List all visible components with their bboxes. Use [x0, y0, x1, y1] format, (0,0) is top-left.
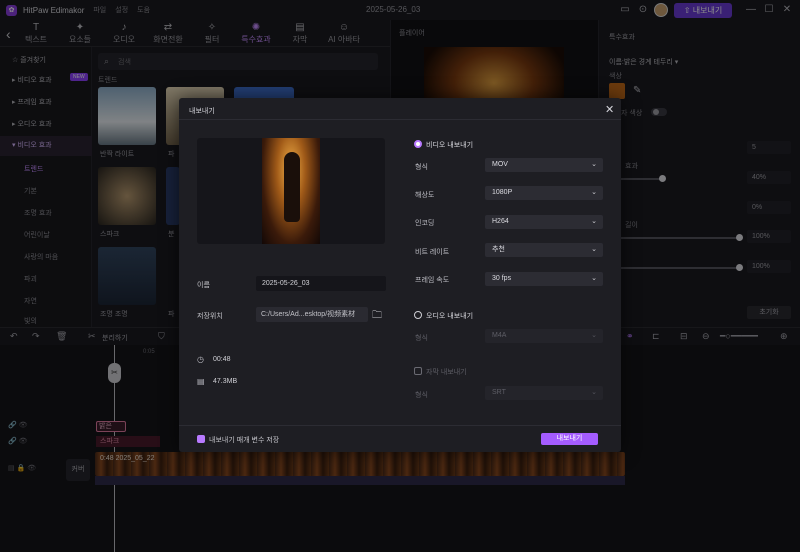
file-size-icon: ▤ [197, 377, 205, 386]
dialog-title: 내보내기 [189, 108, 215, 115]
chevron-down-icon: ⌄ [591, 332, 597, 339]
chevron-down-icon: ⌄ [591, 246, 597, 253]
path-label: 저장위치 [197, 313, 223, 320]
encoding-select[interactable]: H264 ⌄ [485, 215, 603, 229]
resolution-label: 해상도 [415, 192, 435, 199]
audio-format-select[interactable]: M4A ⌄ [485, 329, 603, 343]
resolution-select[interactable]: 1080P ⌄ [485, 186, 603, 200]
duration-value: 00:48 [213, 356, 231, 363]
resolution-value: 1080P [492, 189, 513, 196]
bitrate-label: 비트 레이트 [415, 249, 450, 256]
close-icon[interactable]: ✕ [605, 103, 614, 116]
subtitle-format-value: SRT [492, 389, 506, 396]
audio-format-label: 형식 [415, 335, 428, 342]
chevron-down-icon: ⌄ [591, 189, 597, 196]
audio-export-radio[interactable] [414, 311, 422, 319]
format-label: 형식 [415, 164, 428, 171]
export-dialog: 내보내기 ✕ 이름 2025-05-26_03 저장위치 C:/Users/Ad… [179, 98, 621, 452]
name-field[interactable]: 2025-05-26_03 [256, 276, 386, 291]
format-value: MOV [492, 161, 508, 168]
folder-icon[interactable]: 🗀 [372, 308, 382, 325]
framerate-select[interactable]: 30 fps ⌄ [485, 272, 603, 286]
chevron-down-icon: ⌄ [591, 161, 597, 168]
name-label: 이름 [197, 282, 210, 289]
video-export-radio[interactable] [414, 140, 422, 148]
encoding-value: H264 [492, 218, 509, 225]
chevron-down-icon: ⌄ [591, 218, 597, 225]
subtitle-format-label: 형식 [415, 392, 428, 399]
format-select[interactable]: MOV ⌄ [485, 158, 603, 172]
audio-export-label: 오디오 내보내기 [426, 313, 474, 320]
chevron-down-icon: ⌄ [591, 275, 597, 282]
clock-icon: ◷ [197, 355, 204, 364]
framerate-label: 프레임 속도 [415, 277, 450, 284]
export-button[interactable]: 내보내기 [541, 433, 598, 445]
bitrate-value: 추천 [492, 246, 505, 253]
file-size-value: 47.3MB [213, 378, 238, 385]
divider [179, 425, 621, 426]
preview-image [262, 138, 320, 244]
subtitle-export-label: 자막 내보내기 [426, 369, 467, 376]
bitrate-select[interactable]: 추천 ⌄ [485, 243, 603, 257]
path-field[interactable]: C:/Users/Ad...esktop/视频素材 [256, 307, 368, 322]
video-export-label: 비디오 내보내기 [426, 142, 474, 149]
remember-settings-checkbox[interactable] [197, 435, 205, 443]
encoding-label: 인코딩 [415, 220, 435, 227]
remember-settings-label: 내보내기 매개 변수 저장 [209, 437, 280, 444]
chevron-down-icon: ⌄ [591, 389, 597, 396]
divider [179, 119, 621, 120]
audio-format-value: M4A [492, 332, 507, 339]
framerate-value: 30 fps [492, 275, 512, 282]
subtitle-export-checkbox[interactable] [414, 367, 422, 375]
preview-figure [284, 152, 300, 222]
export-preview [197, 138, 385, 244]
subtitle-format-select[interactable]: SRT ⌄ [485, 386, 603, 400]
